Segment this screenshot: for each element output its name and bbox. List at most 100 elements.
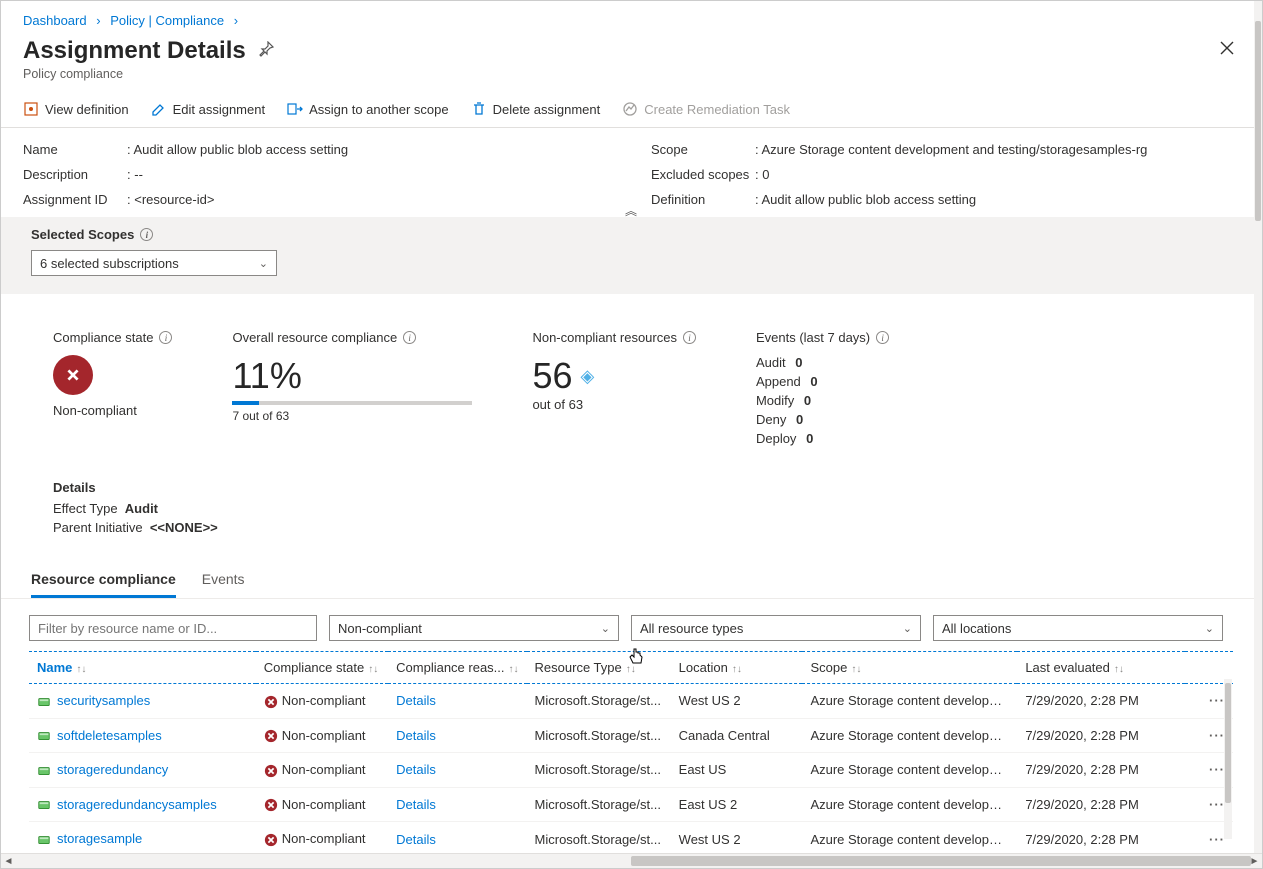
event-item: Deny 0 — [756, 412, 889, 427]
horizontal-scrollbar[interactable]: ◄ ► — [1, 853, 1262, 868]
filter-resource-types-dropdown[interactable]: All resource types⌄ — [631, 615, 921, 641]
breadcrumb-dashboard[interactable]: Dashboard — [23, 13, 87, 28]
prop-scope-label: Scope — [651, 142, 751, 157]
chevron-right-icon: › — [96, 13, 100, 28]
resource-icon — [37, 798, 51, 812]
compliance-reason-details-link[interactable]: Details — [396, 797, 436, 812]
overall-compliance-block: Overall resource compliancei 11% 7 out o… — [232, 330, 472, 423]
selected-scopes-dropdown[interactable]: 6 selected subscriptions ⌄ — [31, 250, 277, 276]
pin-icon[interactable] — [258, 41, 274, 60]
prop-description-value: -- — [127, 167, 611, 182]
breadcrumb-policy-compliance[interactable]: Policy | Compliance — [110, 13, 224, 28]
last-evaluated-cell: 7/29/2020, 2:28 PM — [1017, 787, 1185, 822]
sort-icon: ↑↓ — [732, 664, 742, 675]
properties-panel: Name Audit allow public blob access sett… — [1, 128, 1261, 217]
resource-type-cell: Microsoft.Storage/st... — [527, 787, 671, 822]
prop-definition-label: Definition — [651, 192, 751, 207]
close-button[interactable] — [1215, 36, 1239, 65]
collapse-chevron-icon[interactable]: ︽ — [625, 202, 637, 219]
overall-compliance-title: Overall resource compliance — [232, 330, 397, 345]
chevron-down-icon: ⌄ — [259, 257, 268, 270]
compliance-state-value: Non-compliant — [53, 403, 172, 418]
prop-description-label: Description — [23, 167, 123, 182]
info-icon[interactable]: i — [683, 331, 696, 344]
info-icon[interactable]: i — [140, 228, 153, 241]
filters-row: Non-compliant⌄ All resource types⌄ All l… — [1, 599, 1261, 651]
filter-locations-value: All locations — [942, 621, 1011, 636]
filter-state-dropdown[interactable]: Non-compliant⌄ — [329, 615, 619, 641]
filter-name-input[interactable] — [29, 615, 317, 641]
non-compliant-icon — [264, 695, 278, 709]
prop-name-value: Audit allow public blob access setting — [127, 142, 611, 157]
selected-scopes-label: Selected Scopes — [31, 227, 134, 242]
th-compliance-state[interactable]: Compliance state↑↓ — [256, 652, 388, 684]
tabs: Resource compliance Events — [1, 559, 1261, 599]
table-row: storageredundancysamples Non-compliant D… — [29, 787, 1233, 822]
resource-type-cell: Microsoft.Storage/st... — [527, 753, 671, 788]
sort-icon: ↑↓ — [76, 664, 86, 675]
resource-link[interactable]: storagesample — [57, 831, 142, 846]
resource-type-cell: Microsoft.Storage/st... — [527, 718, 671, 753]
th-compliance-reason[interactable]: Compliance reas...↑↓ — [388, 652, 526, 684]
last-evaluated-cell: 7/29/2020, 2:28 PM — [1017, 822, 1185, 854]
tab-resource-compliance[interactable]: Resource compliance — [31, 565, 176, 598]
create-remediation-button: Create Remediation Task — [622, 101, 790, 117]
prop-assignment-id-value: <resource-id> — [127, 192, 611, 207]
chevron-down-icon: ⌄ — [1205, 622, 1214, 635]
noncompliant-resources-block: Non-compliant resourcesi 56 ◈ out of 63 — [532, 330, 696, 412]
details-section: Details Effect Type Audit Parent Initiat… — [1, 470, 1261, 559]
resource-link[interactable]: securitysamples — [57, 693, 150, 708]
compliance-reason-details-link[interactable]: Details — [396, 832, 436, 847]
compliance-state-title: Compliance state — [53, 330, 153, 345]
compliance-reason-details-link[interactable]: Details — [396, 762, 436, 777]
breadcrumb: Dashboard › Policy | Compliance › — [1, 1, 1261, 36]
scope-cell: Azure Storage content developme... — [802, 684, 1017, 719]
location-cell: Canada Central — [671, 718, 803, 753]
scope-cell: Azure Storage content developme... — [802, 753, 1017, 788]
table-row: securitysamples Non-compliant Details Mi… — [29, 684, 1233, 719]
cube-icon: ◈ — [581, 366, 595, 387]
resource-link[interactable]: storageredundancysamples — [57, 797, 217, 812]
th-location[interactable]: Location↑↓ — [671, 652, 803, 684]
th-name[interactable]: Name↑↓ — [29, 652, 256, 684]
noncompliant-title: Non-compliant resources — [532, 330, 677, 345]
prop-excluded-value: 0 — [755, 167, 1239, 182]
edit-assignment-button[interactable]: Edit assignment — [151, 101, 266, 117]
compliance-reason-details-link[interactable]: Details — [396, 693, 436, 708]
edit-assignment-label: Edit assignment — [173, 102, 266, 117]
non-compliant-icon — [53, 355, 93, 395]
th-last-evaluated[interactable]: Last evaluated↑↓ — [1017, 652, 1185, 684]
vertical-scrollbar[interactable] — [1254, 1, 1262, 853]
assign-scope-button[interactable]: Assign to another scope — [287, 101, 448, 117]
events-title: Events (last 7 days) — [756, 330, 870, 345]
resource-link[interactable]: softdeletesamples — [57, 728, 162, 743]
non-compliant-icon — [264, 729, 278, 743]
non-compliant-icon — [264, 798, 278, 812]
event-item: Audit 0 — [756, 355, 889, 370]
tab-events[interactable]: Events — [202, 565, 245, 598]
parent-initiative-label: Parent Initiative — [53, 520, 143, 535]
sort-icon: ↑↓ — [509, 664, 519, 675]
filter-locations-dropdown[interactable]: All locations ⌄ — [933, 615, 1223, 641]
compliance-state-cell: Non-compliant — [282, 831, 366, 846]
delete-assignment-button[interactable]: Delete assignment — [471, 101, 601, 117]
info-icon[interactable]: i — [876, 331, 889, 344]
overall-compliance-progress — [232, 401, 472, 405]
scroll-left-arrow[interactable]: ◄ — [1, 856, 16, 867]
selected-scopes-bar: Selected Scopes i 6 selected subscriptio… — [1, 217, 1261, 294]
resource-link[interactable]: storageredundancy — [57, 762, 168, 777]
table-vertical-scrollbar[interactable] — [1224, 679, 1232, 839]
th-scope[interactable]: Scope↑↓ — [802, 652, 1017, 684]
compliance-reason-details-link[interactable]: Details — [396, 728, 436, 743]
filter-resource-types-value: All resource types — [640, 621, 743, 636]
view-definition-label: View definition — [45, 102, 129, 117]
info-icon[interactable]: i — [159, 331, 172, 344]
location-cell: East US 2 — [671, 787, 803, 822]
noncompliant-sub: out of 63 — [532, 397, 696, 412]
resource-table: Name↑↓ Compliance state↑↓ Compliance rea… — [29, 651, 1233, 854]
compliance-state-cell: Non-compliant — [282, 693, 366, 708]
th-resource-type[interactable]: Resource Type↑↓ — [527, 652, 671, 684]
compliance-state-block: Compliance state i Non-compliant — [53, 330, 172, 418]
info-icon[interactable]: i — [403, 331, 416, 344]
view-definition-button[interactable]: View definition — [23, 101, 129, 117]
